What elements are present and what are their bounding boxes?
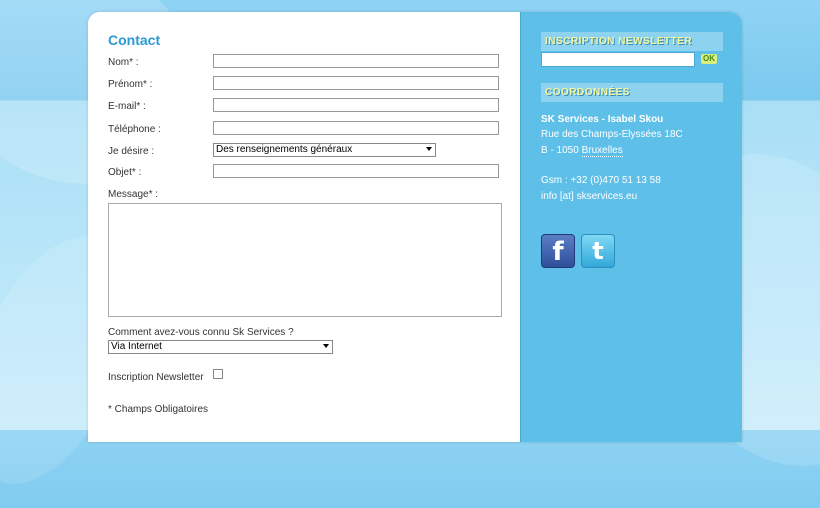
company-name: SK Services - Isabel Skou <box>541 114 664 125</box>
contact-email: info [at] skservices.eu <box>541 191 638 202</box>
how-label: Comment avez-vous connu Sk Services ? <box>108 327 294 338</box>
postal-code: B - 1050 <box>541 145 582 156</box>
content-card: Contact Nom* : Prénom* : E-mail* : Télép… <box>88 12 742 442</box>
message-label: Message* : <box>108 189 159 200</box>
newsletter-ok-button[interactable]: OK <box>701 54 717 64</box>
prenom-label: Prénom* : <box>108 79 153 90</box>
facebook-icon[interactable]: f <box>541 234 575 268</box>
email-field[interactable] <box>213 98 499 112</box>
address-street: Rue des Champs-Elyssées 18C <box>541 129 683 140</box>
how-select[interactable]: Via Internet <box>108 340 333 354</box>
sidebar: INSCRIPTION NEWSLETTER OK COORDONNÉES SK… <box>520 12 742 442</box>
page-title: Contact <box>108 32 161 48</box>
newsletter-checkbox[interactable] <box>213 369 223 379</box>
newsletter-email-input[interactable] <box>541 52 695 67</box>
coordinates-heading: COORDONNÉES <box>541 83 723 102</box>
desire-select-value: Des renseignements généraux <box>216 144 353 155</box>
address-city: B - 1050 Bruxelles <box>541 145 623 157</box>
prenom-field[interactable] <box>213 76 499 90</box>
email-label: E-mail* : <box>108 101 146 112</box>
telephone-label: Téléphone : <box>108 124 161 135</box>
newsletter-label: Inscription Newsletter <box>108 372 204 383</box>
city-link[interactable]: Bruxelles <box>581 145 623 157</box>
message-textarea[interactable] <box>108 203 502 317</box>
chevron-down-icon <box>426 147 432 151</box>
objet-label: Objet* : <box>108 167 142 178</box>
contact-form: Contact Nom* : Prénom* : E-mail* : Télép… <box>88 12 520 442</box>
how-select-value: Via Internet <box>111 341 162 352</box>
telephone-field[interactable] <box>213 121 499 135</box>
required-note: * Champs Obligatoires <box>108 404 209 415</box>
nom-field[interactable] <box>213 54 499 68</box>
twitter-icon[interactable]: t <box>581 234 615 268</box>
objet-field[interactable] <box>213 164 499 178</box>
gsm-number: Gsm : +32 (0)470 51 13 58 <box>541 175 661 186</box>
nom-label: Nom* : <box>108 57 139 68</box>
desire-label: Je désire : <box>108 146 155 157</box>
desire-select[interactable]: Des renseignements généraux <box>213 143 436 157</box>
chevron-down-icon <box>323 344 329 348</box>
newsletter-heading: INSCRIPTION NEWSLETTER <box>541 32 723 51</box>
